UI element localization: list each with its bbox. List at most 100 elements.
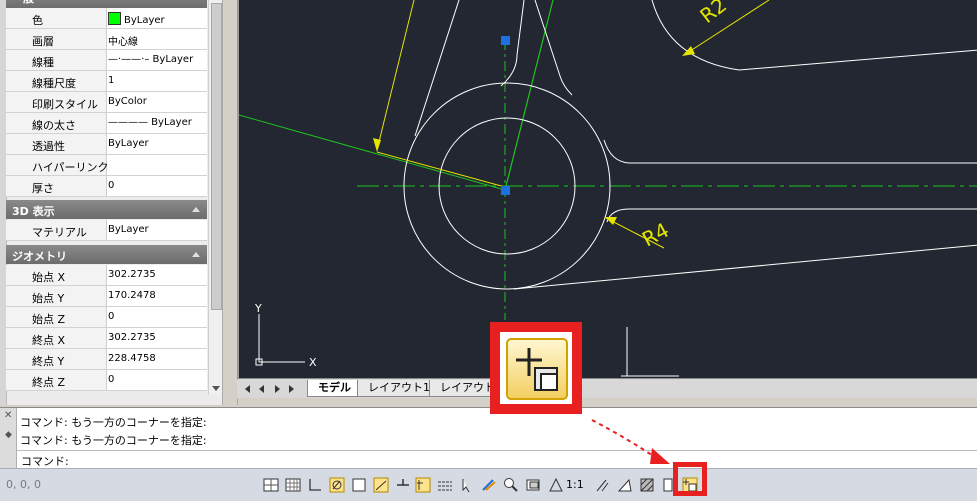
prop-row-hyperlink[interactable]: ハイパーリンク (6, 155, 207, 176)
viewports-icon[interactable] (525, 477, 541, 493)
object-snap-icon[interactable] (373, 477, 389, 493)
properties-sheet: 一般 色 ByLayer 画層 中心線 線種 —·——·– ByLayer 線種… (6, 0, 207, 395)
command-history-line: コマンド: もう一方のコーナーを指定: (20, 416, 207, 429)
leader-arrowhead (373, 138, 381, 152)
prop-value: 0 (108, 311, 115, 322)
palette-splitter[interactable] (222, 0, 238, 405)
last-tab-icon[interactable] (289, 385, 294, 393)
prop-value: 302.2735 (108, 269, 156, 280)
snap-mode-icon[interactable] (285, 477, 301, 493)
prop-row-start-y[interactable]: 始点 Y 170.2478 (6, 286, 207, 307)
auto-scale-icon[interactable] (617, 477, 633, 493)
collapse-arrow-icon[interactable] (192, 207, 200, 212)
prop-value: 302.2735 (108, 332, 156, 343)
prop-row-linetype[interactable]: 線種 —·——·– ByLayer (6, 50, 207, 71)
grip-endpoint[interactable] (501, 186, 510, 195)
prop-row-linetype-scale[interactable]: 線種尺度 1 (6, 71, 207, 92)
quick-properties-icon[interactable] (506, 338, 568, 400)
leader-arrowhead (605, 217, 617, 225)
tab-model[interactable]: モデル (307, 380, 362, 397)
leader-line-green[interactable] (239, 114, 506, 191)
annotation-scale-icon[interactable] (548, 477, 564, 493)
layout-tab-bar: モデル レイアウト1 レイアウト2 (237, 378, 977, 398)
section-title: 3D 表示 (12, 205, 55, 218)
prop-value: ByColor (108, 96, 147, 107)
drawing-svg: R4 R2 Y X (239, 0, 977, 377)
grip-endpoint[interactable] (501, 36, 510, 45)
section-header-3d[interactable]: 3D 表示 (6, 200, 207, 219)
section-title: ジオメトリ (12, 250, 67, 263)
scrollbar-thumb[interactable] (211, 3, 222, 310)
lineweight-icon[interactable] (459, 477, 475, 493)
prop-row-start-z[interactable]: 始点 Z 0 (6, 307, 207, 328)
polar-tracking-icon[interactable] (351, 477, 367, 493)
prop-value: ———— ByLayer (108, 117, 192, 128)
callout-zoom-box (490, 322, 582, 414)
command-window-handle[interactable]: ✕ ◆ (0, 408, 17, 468)
scroll-down-icon[interactable] (212, 386, 220, 391)
pin-icon[interactable]: ◆ (5, 430, 12, 440)
prop-row-color[interactable]: 色 ByLayer (6, 8, 207, 29)
dynamic-ucs-icon[interactable] (415, 477, 431, 493)
dimension-text-r2[interactable]: R2 (695, 0, 731, 28)
close-icon[interactable]: ✕ (4, 410, 12, 421)
dimension-leader-yellow[interactable] (376, 151, 506, 188)
first-tab-icon[interactable] (245, 385, 250, 393)
prop-label: 始点 X (32, 271, 66, 284)
prop-row-layer[interactable]: 画層 中心線 (6, 29, 207, 50)
command-input[interactable]: コマンド: (17, 450, 977, 468)
ortho-mode-icon[interactable] (329, 477, 345, 493)
prop-value: 228.4758 (108, 353, 156, 364)
bottom-edge-line[interactable] (513, 244, 977, 290)
section-header-geometry[interactable]: ジオメトリ (6, 245, 207, 264)
prop-row-end-z[interactable]: 終点 Z 0 (6, 370, 207, 391)
prop-row-end-x[interactable]: 終点 X 302.2735 (6, 328, 207, 349)
next-tab-icon[interactable] (275, 385, 280, 393)
prop-row-lineweight[interactable]: 線の太さ ———— ByLayer (6, 113, 207, 134)
zoom-icon[interactable] (503, 477, 519, 493)
prop-row-thickness[interactable]: 厚さ 0 (6, 176, 207, 197)
prop-label: 始点 Z (32, 313, 66, 326)
annotation-scale-value[interactable]: 1:1 (566, 478, 584, 491)
prop-value: —·——·– ByLayer (108, 54, 194, 65)
ucs-y-label: Y (254, 302, 262, 315)
prop-row-end-y[interactable]: 終点 Y 228.4758 (6, 349, 207, 370)
prop-value: 0 (108, 374, 115, 385)
dynamic-input-icon[interactable] (437, 477, 453, 493)
collapse-arrow-icon[interactable] (192, 252, 200, 257)
dimension-leader-left[interactable] (376, 0, 415, 151)
grid-display-icon[interactable] (307, 477, 323, 493)
prop-label: 終点 Z (32, 376, 66, 389)
prop-value: 170.2478 (108, 290, 156, 301)
command-history-line: コマンド: もう一方のコーナーを指定: (20, 434, 207, 447)
prop-row-plot-style[interactable]: 印刷スタイル ByColor (6, 92, 207, 113)
drawing-canvas[interactable]: R4 R2 Y X (237, 0, 977, 378)
prop-row-transparency[interactable]: 透過性 ByLayer (6, 134, 207, 155)
command-prompt: コマンド: (21, 455, 69, 468)
prop-value: 中心線 (108, 37, 138, 48)
prop-row-material[interactable]: マテリアル ByLayer (6, 220, 207, 241)
prop-label: 画層 (32, 35, 54, 48)
prop-value: 0 (108, 180, 115, 191)
selection-cycling-icon[interactable] (481, 477, 497, 493)
arm-edge-left[interactable] (414, 0, 460, 137)
annotation-visibility-icon[interactable] (594, 477, 610, 493)
color-swatch (108, 12, 121, 25)
prev-tab-icon[interactable] (259, 385, 264, 393)
infer-constraints-icon[interactable] (263, 477, 279, 493)
prop-row-start-x[interactable]: 始点 X 302.2735 (6, 265, 207, 286)
dimension-text-r4[interactable]: R4 (638, 218, 673, 252)
prop-label: 線種 (32, 56, 54, 69)
selected-line[interactable] (504, 0, 554, 191)
properties-scrollbar[interactable] (208, 0, 223, 395)
prop-value: ByLayer (108, 138, 149, 149)
slot-upper-edge[interactable] (603, 139, 977, 164)
prop-value: ByLayer (108, 224, 149, 235)
object-snap-tracking-icon[interactable] (395, 477, 411, 493)
prop-label: 線の太さ (32, 119, 76, 132)
coordinate-readout[interactable]: 0, 0, 0 (6, 478, 41, 491)
hatch-icon[interactable] (639, 477, 655, 493)
ucs-x-label: X (309, 356, 317, 369)
prop-label: 始点 Y (32, 292, 65, 305)
prop-label: ハイパーリンク (32, 161, 109, 174)
